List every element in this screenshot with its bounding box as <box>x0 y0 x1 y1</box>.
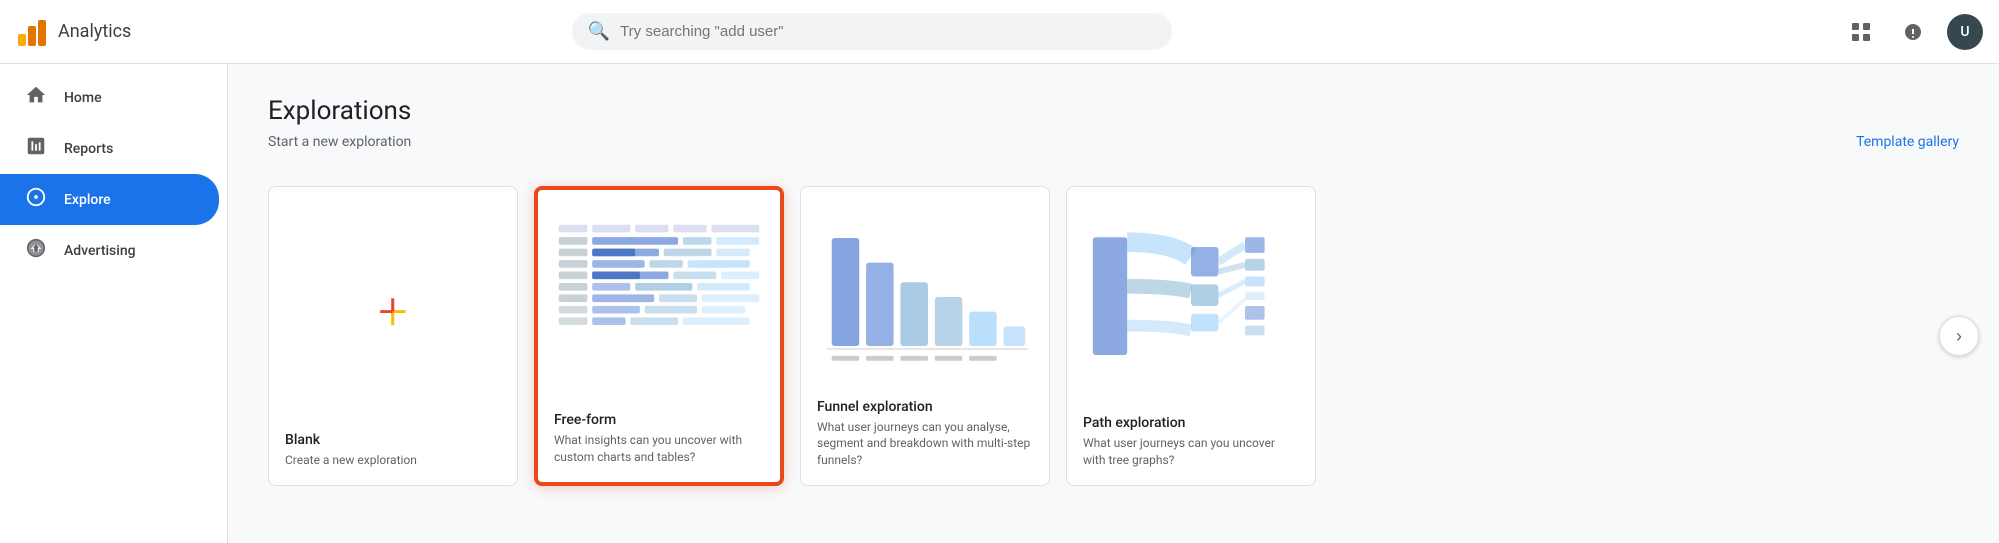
template-gallery-link[interactable]: Template gallery <box>1856 134 1959 150</box>
search-bar[interactable]: 🔍 <box>572 13 1172 50</box>
user-avatar[interactable]: U <box>1947 14 1983 50</box>
search-icon: 🔍 <box>588 21 610 42</box>
path-card-thumbnail <box>1083 203 1299 403</box>
explore-icon <box>24 186 48 213</box>
search-input[interactable] <box>620 23 1156 40</box>
help-icon-button[interactable] <box>1895 14 1931 50</box>
grid-icon-button[interactable] <box>1843 14 1879 50</box>
funnel-card-thumbnail <box>817 203 1033 387</box>
blank-card-desc: Create a new exploration <box>285 452 501 469</box>
freeform-card-thumbnail <box>554 206 764 400</box>
section-header: Start a new exploration Template gallery <box>268 134 1959 170</box>
funnel-chart-svg <box>817 207 1033 382</box>
blank-card-name: Blank <box>285 432 501 448</box>
main-content: Explorations Start a new exploration Tem… <box>228 64 1999 543</box>
reports-icon <box>24 135 48 162</box>
help-icon <box>1903 22 1923 42</box>
section-label: Start a new exploration <box>268 134 411 150</box>
analytics-logo-icon <box>16 16 48 48</box>
sidebar-item-advertising-label: Advertising <box>64 243 136 259</box>
home-icon <box>24 84 48 111</box>
freeform-card-desc: What insights can you uncover with custo… <box>554 432 764 466</box>
sidebar-item-reports[interactable]: Reports <box>0 123 219 174</box>
sidebar-item-explore[interactable]: Explore <box>0 174 219 225</box>
blank-card-thumbnail: + <box>285 203 501 420</box>
page-title: Explorations <box>268 96 1959 126</box>
sidebar-item-explore-label: Explore <box>64 192 111 208</box>
header-actions: U <box>1843 14 1983 50</box>
sidebar: Home Reports Explore Advertising <box>0 64 228 543</box>
main-layout: Home Reports Explore Advertising Explora… <box>0 64 1999 543</box>
app-title: Analytics <box>58 21 131 42</box>
sidebar-item-advertising[interactable]: Advertising <box>0 225 219 276</box>
sidebar-item-reports-label: Reports <box>64 141 113 157</box>
freeform-chart-svg <box>554 216 764 391</box>
path-card-desc: What user journeys can you uncover with … <box>1083 435 1299 469</box>
blank-card[interactable]: + Blank Create a new exploration <box>268 186 518 486</box>
logo-area: Analytics <box>16 16 236 48</box>
advertising-icon <box>24 237 48 264</box>
grid-icon <box>1851 22 1871 42</box>
funnel-card-name: Funnel exploration <box>817 399 1033 415</box>
funnel-card-desc: What user journeys can you analyse, segm… <box>817 419 1033 469</box>
sidebar-item-home-label: Home <box>64 90 102 106</box>
plus-icon: + <box>378 286 407 338</box>
path-card[interactable]: Path exploration What user journeys can … <box>1066 186 1316 486</box>
freeform-card[interactable]: Free-form What insights can you uncover … <box>534 186 784 486</box>
exploration-cards: + Blank Create a new exploration <box>268 186 1959 486</box>
app-header: Analytics 🔍 U <box>0 0 1999 64</box>
path-chart-svg <box>1083 216 1299 391</box>
funnel-card[interactable]: Funnel exploration What user journeys ca… <box>800 186 1050 486</box>
path-card-name: Path exploration <box>1083 415 1299 431</box>
next-button[interactable]: › <box>1939 316 1979 356</box>
sidebar-item-home[interactable]: Home <box>0 72 219 123</box>
freeform-card-name: Free-form <box>554 412 764 428</box>
